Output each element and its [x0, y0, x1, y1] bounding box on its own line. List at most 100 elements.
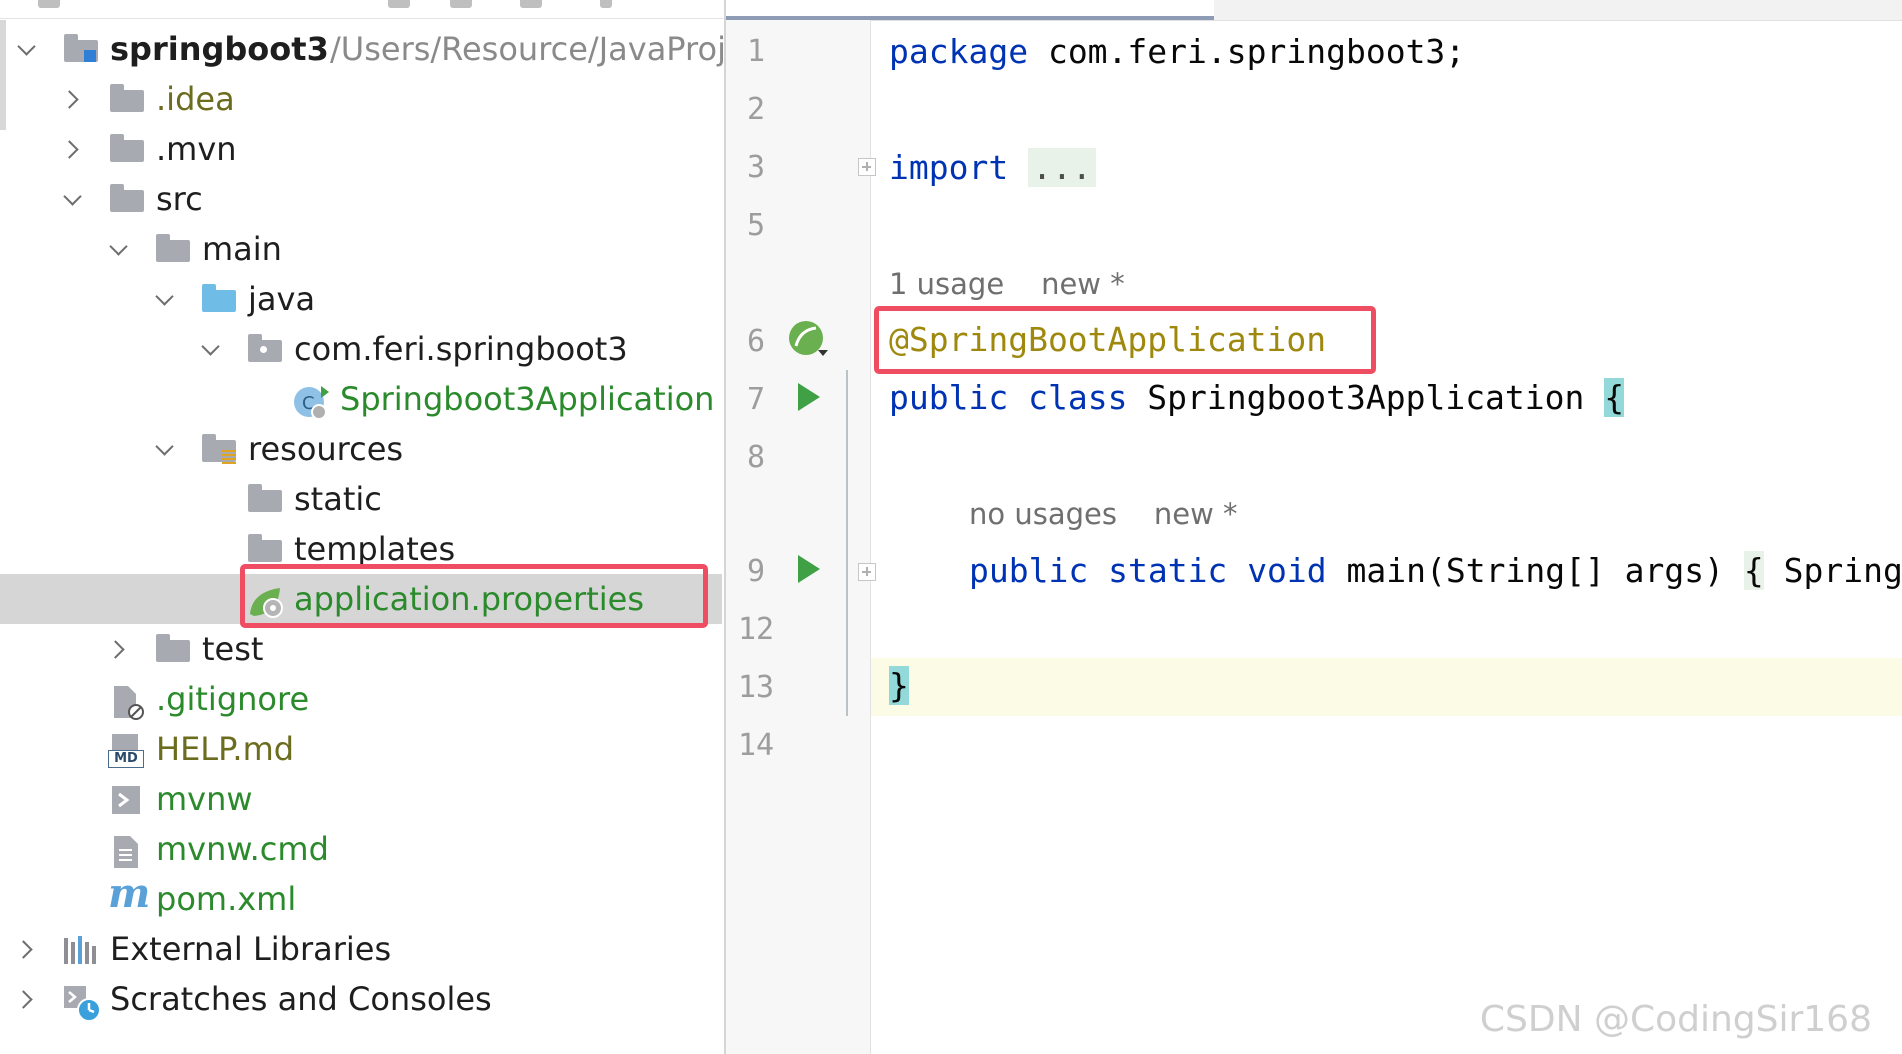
keyword-class: class — [1028, 378, 1128, 417]
tree-item-scratches-consoles[interactable]: Scratches and Consoles — [0, 974, 722, 1024]
chevron-right-icon[interactable] — [12, 984, 42, 1014]
tree-item-package[interactable]: com.feri.springboot3 — [0, 324, 722, 374]
folder-icon — [246, 534, 284, 566]
line-number: 7 — [746, 382, 766, 417]
tree-item-resources[interactable]: resources — [0, 424, 722, 474]
keyword-public: public — [889, 378, 1009, 417]
tree-item-idea[interactable]: .idea — [0, 74, 722, 124]
tree-item-springboot3application[interactable]: C Springboot3Application — [0, 374, 722, 424]
options-icon[interactable] — [520, 0, 542, 8]
chevron-down-icon[interactable] — [58, 184, 88, 214]
tree-item-label: Springboot3Application — [340, 380, 715, 418]
md-badge: MD — [108, 750, 144, 768]
highlight-box-annotation — [874, 306, 1376, 374]
project-panel-toolbar — [0, 0, 724, 19]
tree-item-gitignore[interactable]: .gitignore — [0, 674, 722, 724]
line-number: 3 — [746, 150, 766, 185]
tree-item-help-md[interactable]: MD HELP.md — [0, 724, 722, 774]
method-signature: main(String[] args) — [1326, 551, 1744, 590]
tree-item-test[interactable]: test — [0, 624, 722, 674]
hide-icon[interactable] — [600, 0, 612, 8]
usage-count[interactable]: 1 usage — [889, 267, 1004, 301]
libraries-icon — [62, 934, 100, 966]
collapse-all-icon[interactable] — [450, 0, 472, 8]
tree-item-mvnw[interactable]: mvnw — [0, 774, 722, 824]
maven-glyph: m — [108, 870, 151, 917]
chevron-right-icon[interactable] — [58, 134, 88, 164]
project-path: /Users/Resource/JavaProj — [330, 30, 726, 68]
line-number: 6 — [746, 324, 766, 359]
tree-item-label: External Libraries — [110, 930, 392, 968]
tree-item-label: src — [156, 180, 203, 218]
chevron-right-icon[interactable] — [104, 634, 134, 664]
tree-item-label: static — [294, 480, 382, 518]
line-number: 12 — [737, 612, 775, 647]
spring-bean-icon[interactable] — [786, 320, 832, 364]
spring-boot-class-icon: C — [292, 384, 330, 420]
folder-icon — [246, 484, 284, 516]
keyword-import: import — [889, 148, 1009, 187]
code-line-13: } — [889, 664, 909, 708]
usage-count[interactable]: no usages — [969, 497, 1117, 531]
folder-icon — [108, 84, 146, 116]
open-brace: { — [1604, 378, 1625, 417]
author-hint: new * — [1153, 497, 1238, 531]
line-number: 9 — [746, 554, 766, 589]
keyword-static: static — [1108, 551, 1228, 590]
chevron-down-icon[interactable] — [104, 234, 134, 264]
class-name: Springboot3Application — [1127, 378, 1605, 417]
tree-item-label: pom.xml — [156, 880, 297, 918]
chevron-right-icon[interactable] — [58, 84, 88, 114]
folded-brace[interactable]: { — [1743, 551, 1764, 590]
editor-tab-bar — [726, 0, 1902, 21]
tree-item-main[interactable]: main — [0, 224, 722, 274]
tree-item-static[interactable]: static — [0, 474, 722, 524]
fold-expand-icon[interactable] — [858, 563, 876, 581]
tree-item-label: mvnw.cmd — [156, 830, 329, 868]
tree-item-java[interactable]: java — [0, 274, 722, 324]
code-line-9: public static void main(String[] args) {… — [969, 549, 1902, 593]
tree-item-label: java — [248, 280, 316, 318]
code-line-3: import ... — [889, 146, 1096, 190]
tree-item-label: .gitignore — [156, 680, 310, 718]
chevron-down-icon[interactable] — [150, 434, 180, 464]
inlay-hint-main[interactable]: no usages new * — [969, 494, 1238, 534]
watermark: CSDN @CodingSir168 — [1479, 999, 1872, 1040]
folded-imports[interactable]: ... — [1028, 148, 1096, 187]
tree-item-project-root[interactable]: springboot3 /Users/Resource/JavaProj — [0, 24, 724, 74]
text-file-icon — [112, 834, 150, 868]
chevron-right-icon[interactable] — [12, 934, 42, 964]
close-brace: } — [889, 666, 909, 705]
source-folder-icon — [200, 284, 238, 316]
ignore-file-icon — [110, 684, 148, 720]
resources-folder-icon — [200, 434, 238, 466]
tree-item-label: Scratches and Consoles — [110, 980, 492, 1018]
fold-expand-icon[interactable] — [858, 158, 876, 176]
code-editor[interactable]: 1 2 3 5 6 7 8 9 12 13 14 package com.fer… — [726, 0, 1902, 1054]
keyword-void: void — [1247, 551, 1327, 590]
chevron-down-icon[interactable] — [150, 284, 180, 314]
tree-item-label: .idea — [156, 80, 235, 118]
tree-item-label: .mvn — [156, 130, 237, 168]
chevron-down-icon[interactable] — [196, 334, 226, 364]
run-main-icon[interactable] — [798, 555, 820, 583]
tree-item-label: test — [202, 630, 264, 668]
folder-icon — [108, 184, 146, 216]
code-line-7: public class Springboot3Application { — [889, 376, 1625, 420]
tree-item-src[interactable]: src — [0, 174, 722, 224]
tree-item-pom-xml[interactable]: m pom.xml — [0, 874, 722, 924]
tree-item-label: HELP.md — [156, 730, 295, 768]
run-class-icon[interactable] — [798, 383, 820, 411]
project-name: springboot3 — [110, 30, 329, 68]
tree-item-mvnw-cmd[interactable]: mvnw.cmd — [0, 824, 722, 874]
tree-item-external-libraries[interactable]: External Libraries — [0, 924, 722, 974]
view-icon[interactable] — [38, 0, 60, 8]
line-number: 8 — [746, 440, 766, 475]
locate-icon[interactable] — [388, 0, 410, 8]
package-icon — [246, 334, 284, 366]
inlay-hint-usage[interactable]: 1 usage new * — [889, 264, 1125, 304]
editor-tab-springboot3application[interactable] — [726, 0, 1214, 20]
chevron-down-icon[interactable] — [12, 34, 42, 64]
tree-item-mvn[interactable]: .mvn — [0, 124, 722, 174]
line-number: 1 — [746, 34, 766, 69]
